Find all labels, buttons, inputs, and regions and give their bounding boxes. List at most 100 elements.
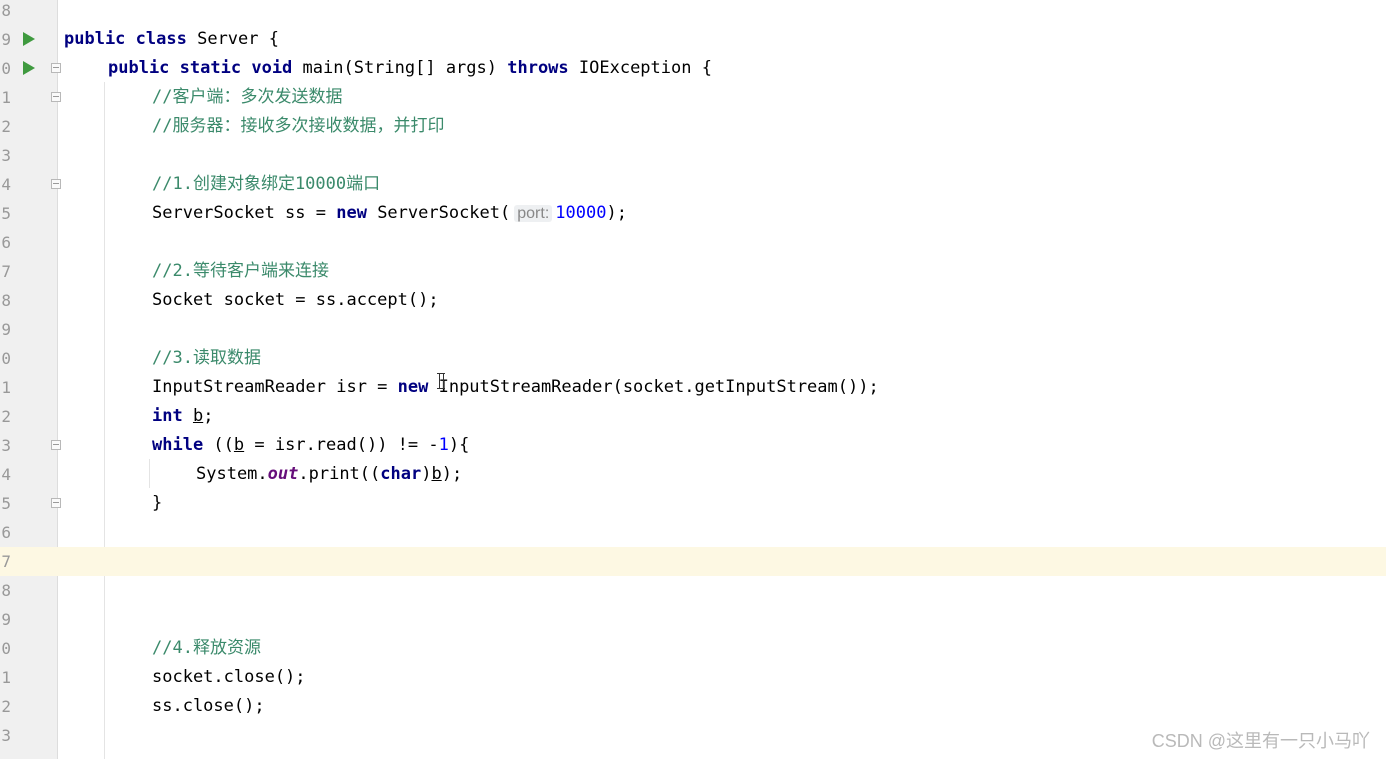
fold-icon[interactable]	[51, 498, 61, 508]
line-number[interactable]: 0	[0, 54, 11, 83]
fold-icon[interactable]	[51, 92, 61, 102]
code-token: }	[152, 493, 163, 513]
code-line[interactable]: 3	[0, 141, 1386, 170]
code-text[interactable]: ss.close();	[152, 692, 265, 721]
code-text[interactable]: InputStreamReader isr = new InputStreamR…	[152, 373, 879, 402]
line-number[interactable]: 3	[0, 141, 11, 170]
code-token: InputStreamReader(socket.getInputStream(…	[428, 377, 879, 397]
line-number[interactable]: 1	[0, 373, 11, 402]
code-token: throws	[507, 58, 569, 78]
code-text[interactable]: while ((b = isr.read()) != -1){	[152, 431, 469, 460]
code-text[interactable]: }	[152, 489, 162, 518]
code-line[interactable]: 2 int b;	[0, 402, 1386, 431]
line-number[interactable]: 8	[0, 576, 11, 605]
code-line[interactable]: 4 System.out.print((char)b);	[0, 460, 1386, 489]
code-line[interactable]: 1 InputStreamReader isr = new InputStream…	[0, 373, 1386, 402]
code-line[interactable]: 1 //客户端：多次发送数据	[0, 83, 1386, 112]
code-token: Server {	[186, 29, 279, 49]
line-number[interactable]: 7	[0, 547, 11, 576]
line-number[interactable]: 3	[0, 431, 11, 460]
fold-icon[interactable]	[51, 179, 61, 189]
line-number[interactable]: 8	[0, 0, 11, 25]
code-token: b	[431, 464, 442, 484]
code-line[interactable]: 3 while ((b = isr.read()) != -1){	[0, 431, 1386, 460]
code-line[interactable]: 9 public class Server {	[0, 25, 1386, 54]
code-token: .print((	[298, 464, 381, 484]
code-line[interactable]: 0 public static void main(String[] args) …	[0, 54, 1386, 83]
line-number[interactable]: 1	[0, 663, 11, 692]
code-token: socket.close();	[152, 667, 306, 687]
line-number[interactable]: 3	[0, 721, 11, 750]
line-number[interactable]: 0	[0, 634, 11, 663]
code-token: static	[179, 58, 242, 78]
code-line[interactable]: 4 //1.创建对象绑定10000端口	[0, 170, 1386, 199]
code-text[interactable]: //3.读取数据	[152, 344, 261, 373]
code-line[interactable]: 8	[0, 0, 1386, 25]
code-text[interactable]: //客户端：多次发送数据	[152, 83, 342, 112]
line-number[interactable]: 0	[0, 344, 11, 373]
fold-icon[interactable]	[51, 63, 61, 73]
run-icon[interactable]	[23, 32, 35, 46]
code-line[interactable]: 0 //4.释放资源	[0, 634, 1386, 663]
code-line[interactable]: 8	[0, 576, 1386, 605]
line-number[interactable]: 2	[0, 692, 11, 721]
code-line[interactable]: 1 socket.close();	[0, 663, 1386, 692]
code-text[interactable]: ServerSocket ss = new ServerSocket(port:…	[152, 199, 627, 228]
code-token: char	[380, 464, 422, 484]
code-text[interactable]: public static void main(String[] args) t…	[108, 54, 712, 83]
code-token: main(String[] args)	[292, 58, 508, 78]
code-token: //4.释放资源	[152, 638, 261, 658]
line-number[interactable]: 9	[0, 25, 11, 54]
code-line[interactable]: 7 //2.等待客户端来连接	[0, 257, 1386, 286]
code-text[interactable]: int b;	[152, 402, 213, 431]
code-line[interactable]: 9	[0, 315, 1386, 344]
code-line[interactable]: 5 ServerSocket ss = new ServerSocket(port…	[0, 199, 1386, 228]
line-number[interactable]: 2	[0, 112, 11, 141]
line-number[interactable]: 2	[0, 402, 11, 431]
line-number[interactable]: 1	[0, 83, 11, 112]
code-line[interactable]: 2 ss.close();	[0, 692, 1386, 721]
code-token: public	[108, 58, 170, 78]
code-line[interactable]: 6	[0, 518, 1386, 547]
code-line[interactable]: 7	[0, 547, 1386, 576]
code-text[interactable]: socket.close();	[152, 663, 306, 692]
run-icon[interactable]	[23, 61, 35, 75]
code-text[interactable]: //2.等待客户端来连接	[152, 257, 329, 286]
line-number[interactable]: 4	[0, 460, 11, 489]
code-text[interactable]: //1.创建对象绑定10000端口	[152, 170, 380, 199]
code-text[interactable]: public class Server {	[64, 25, 279, 54]
code-line[interactable]: 5}	[0, 489, 1386, 518]
code-token: )	[421, 464, 432, 484]
line-number[interactable]: 9	[0, 605, 11, 634]
code-text[interactable]: //4.释放资源	[152, 634, 261, 663]
code-token: = isr.read()) != -	[244, 435, 439, 455]
line-number[interactable]: 5	[0, 489, 11, 518]
code-token: class	[135, 29, 187, 49]
line-number[interactable]: 6	[0, 518, 11, 547]
line-number[interactable]: 4	[0, 170, 11, 199]
watermark: CSDN @这里有一只小马吖	[1151, 731, 1370, 751]
fold-icon[interactable]	[51, 440, 61, 450]
code-text[interactable]: System.out.print((char)b);	[196, 460, 462, 489]
line-number[interactable]: 5	[0, 199, 11, 228]
line-number[interactable]: 7	[0, 257, 11, 286]
code-text[interactable]: Socket socket = ss.accept();	[152, 286, 439, 315]
text-cursor-icon	[437, 373, 445, 389]
code-token: ){	[448, 435, 470, 455]
code-line[interactable]: 0 //3.读取数据	[0, 344, 1386, 373]
code-token: //1.创建对象绑定10000端口	[152, 174, 381, 194]
code-token: b	[233, 435, 245, 455]
code-line[interactable]: 2 //服务器：接收多次接收数据，并打印	[0, 112, 1386, 141]
code-token: ((	[203, 435, 234, 455]
line-number[interactable]: 6	[0, 228, 11, 257]
line-number[interactable]: 9	[0, 315, 11, 344]
code-token: ;	[203, 406, 214, 426]
line-number[interactable]: 8	[0, 286, 11, 315]
code-editor[interactable]: 8 9 public class Server {0 public static vo…	[0, 0, 1386, 759]
code-line[interactable]: 9	[0, 605, 1386, 634]
code-text[interactable]: //服务器：接收多次接收数据，并打印	[152, 112, 444, 141]
code-line[interactable]: 6	[0, 228, 1386, 257]
code-line[interactable]: 8 Socket socket = ss.accept();	[0, 286, 1386, 315]
code-token: IOException {	[568, 58, 712, 78]
